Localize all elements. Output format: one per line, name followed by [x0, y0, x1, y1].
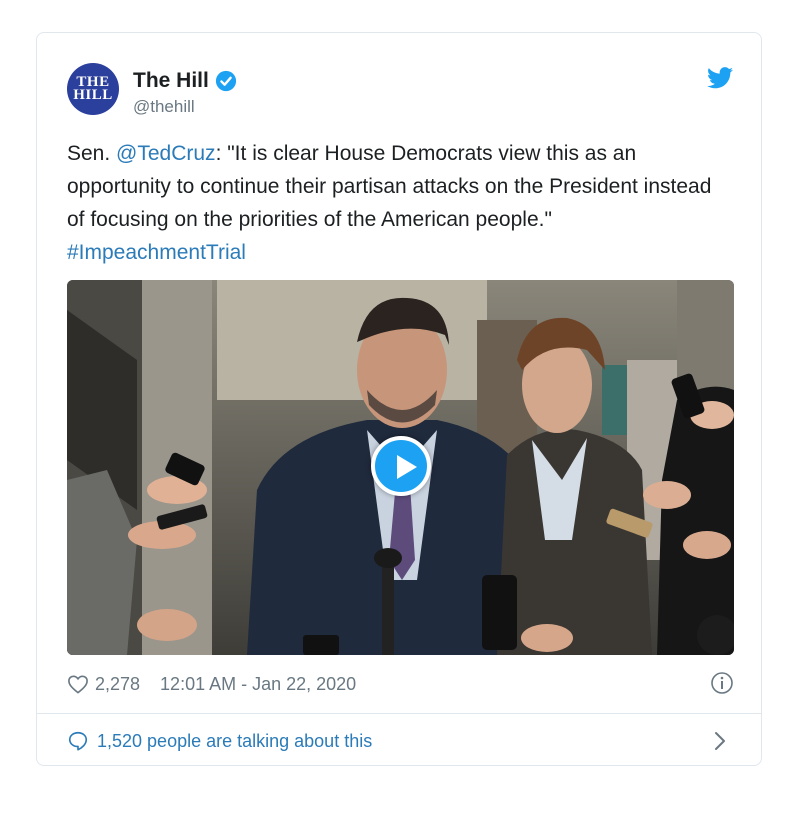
avatar-logo-text: THE HILL: [73, 74, 113, 103]
conversation-link[interactable]: 1,520 people are talking about this: [67, 727, 734, 755]
like-count[interactable]: 2,278: [95, 674, 140, 695]
account-display-name[interactable]: The Hill: [133, 69, 209, 93]
conversation-label[interactable]: 1,520 people are talking about this: [97, 731, 372, 752]
hashtag-link[interactable]: #ImpeachmentTrial: [67, 241, 246, 264]
tweet-text: Sen. @TedCruz: "It is clear House Democr…: [67, 137, 727, 269]
video-thumbnail[interactable]: [67, 280, 734, 655]
verified-badge-icon: [215, 70, 236, 92]
tweet-timestamp[interactable]: 12:01 AM - Jan 22, 2020: [160, 674, 356, 695]
account-avatar[interactable]: THE HILL: [67, 63, 119, 115]
play-icon[interactable]: [370, 435, 431, 496]
mention-link[interactable]: @TedCruz: [116, 142, 216, 165]
reply-bubble-icon: [68, 731, 88, 751]
account-handle[interactable]: @thehill: [133, 97, 195, 117]
chevron-right-icon[interactable]: [714, 731, 726, 751]
heart-icon[interactable]: [67, 674, 89, 694]
card-divider: [37, 713, 761, 714]
twitter-bird-icon[interactable]: [707, 67, 733, 89]
tweet-card: THE HILL The Hill @thehill Sen. @TedCruz…: [36, 32, 762, 766]
info-icon[interactable]: [710, 671, 734, 695]
tweet-meta-row: 2,278 12:01 AM - Jan 22, 2020: [67, 671, 734, 697]
tweet-prefix: Sen.: [67, 142, 117, 165]
account-name-row[interactable]: The Hill: [133, 69, 237, 93]
